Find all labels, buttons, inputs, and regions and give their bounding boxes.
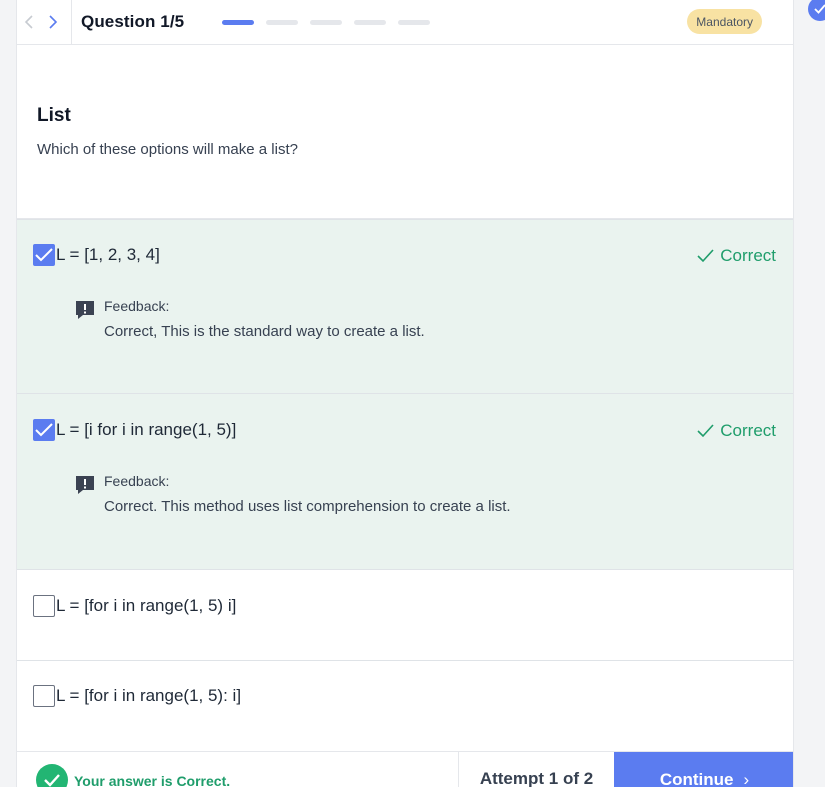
progress-segment[interactable] — [266, 19, 299, 25]
completed-check-icon — [808, 0, 825, 21]
feedback-icon — [76, 301, 94, 319]
question-counter: Question 1/5 — [81, 12, 185, 31]
feedback-icon — [76, 476, 94, 494]
progress-segment[interactable] — [354, 19, 387, 25]
option-checkbox[interactable] — [33, 595, 55, 617]
checkmark-icon — [35, 423, 53, 437]
previous-question-button[interactable] — [17, 0, 41, 45]
feedback-text: Correct, This is the standard way to cre… — [104, 323, 425, 340]
option-checkbox[interactable] — [33, 244, 55, 266]
continue-label: Continue — [659, 770, 734, 787]
question-progress — [222, 19, 431, 25]
header-divider — [71, 0, 72, 45]
result-status: Your answer is Correct. — [17, 752, 459, 787]
checkmark-icon — [35, 248, 53, 262]
correct-label: Correct — [720, 246, 776, 265]
quiz-card: Question 1/5 Mandatory List Which of the… — [16, 0, 794, 787]
next-question-button[interactable] — [41, 0, 65, 45]
question-body: List Which of these options will make a … — [17, 45, 793, 219]
option-text: L = [for i in range(1, 5): i] — [56, 686, 242, 705]
option-feedback: Feedback: Correct. This method uses list… — [75, 473, 511, 515]
option-text: L = [for i in range(1, 5) i] — [56, 596, 237, 615]
answer-option[interactable]: L = [for i in range(1, 5): i] — [17, 661, 793, 752]
result-message: Your answer is Correct. — [74, 773, 231, 787]
chevron-left-icon — [24, 15, 33, 29]
correct-indicator: Correct — [697, 421, 776, 441]
progress-segment[interactable] — [398, 19, 431, 25]
chevron-right-icon — [49, 15, 58, 29]
option-feedback: Feedback: Correct, This is the standard … — [75, 298, 425, 340]
answer-option[interactable]: L = [1, 2, 3, 4] Correct Feedback: Corre… — [17, 219, 793, 394]
quiz-footer: Your answer is Correct. Attempt 1 of 2 C… — [17, 751, 793, 787]
mandatory-badge: Mandatory — [687, 9, 762, 34]
option-text: L = [i for i in range(1, 5)] — [56, 420, 237, 439]
feedback-text: Correct. This method uses list comprehen… — [104, 498, 511, 515]
continue-button[interactable]: Continue › — [614, 752, 793, 787]
option-checkbox[interactable] — [33, 685, 55, 707]
attempt-counter: Attempt 1 of 2 — [479, 769, 594, 787]
correct-indicator: Correct — [697, 246, 776, 266]
chevron-right-icon: › — [743, 770, 750, 787]
check-icon — [697, 424, 714, 438]
check-icon — [697, 249, 714, 263]
question-heading: List — [37, 105, 71, 126]
option-text: L = [1, 2, 3, 4] — [56, 245, 160, 264]
quiz-header: Question 1/5 Mandatory — [17, 0, 793, 45]
progress-segment[interactable] — [222, 19, 255, 25]
correct-label: Correct — [720, 421, 776, 440]
feedback-label: Feedback: — [104, 473, 170, 489]
success-check-icon — [36, 764, 68, 787]
option-checkbox[interactable] — [33, 419, 55, 441]
question-text: Which of these options will make a list? — [37, 141, 298, 158]
answer-option[interactable]: L = [for i in range(1, 5) i] — [17, 570, 793, 661]
progress-segment[interactable] — [310, 19, 343, 25]
answer-option[interactable]: L = [i for i in range(1, 5)] Correct Fee… — [17, 394, 793, 570]
feedback-label: Feedback: — [104, 298, 170, 314]
